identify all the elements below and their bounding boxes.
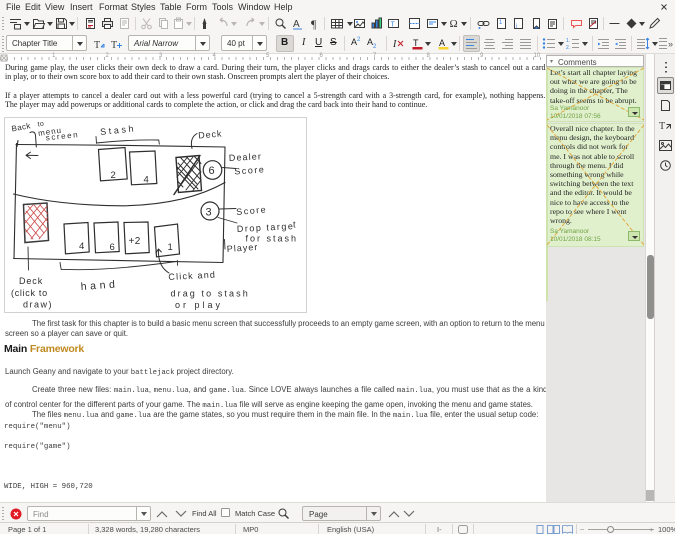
svg-text:T: T <box>391 22 396 29</box>
svg-text:(click to: (click to <box>11 288 48 298</box>
svg-text:2: 2 <box>111 170 117 181</box>
svg-text:T: T <box>413 38 419 48</box>
svg-text:draw): draw) <box>23 300 53 310</box>
svg-text:+2: +2 <box>129 236 141 247</box>
svg-text:1: 1 <box>168 242 174 253</box>
svg-text:6: 6 <box>110 242 116 253</box>
svg-text:T: T <box>111 40 117 51</box>
svg-text:Ω: Ω <box>450 18 458 30</box>
svg-text:A: A <box>293 19 300 30</box>
svg-text:¶: ¶ <box>311 17 317 30</box>
svg-text:4: 4 <box>144 175 150 186</box>
svg-text:6: 6 <box>209 165 216 177</box>
svg-text:or play: or play <box>175 300 223 310</box>
svg-text:4: 4 <box>79 241 85 252</box>
svg-text:t: t <box>293 220 296 230</box>
svg-text:1.: 1. <box>566 38 570 44</box>
svg-text:I: I <box>392 39 397 50</box>
svg-text:Dealer: Dealer <box>229 151 263 163</box>
svg-text:T: T <box>659 121 665 132</box>
svg-text:i: i <box>516 24 517 30</box>
svg-text:2.: 2. <box>566 45 570 50</box>
svg-text:Deck: Deck <box>198 128 223 140</box>
svg-text:A: A <box>439 38 445 48</box>
svg-text:T: T <box>94 40 100 51</box>
svg-text:drag to stash: drag to stash <box>171 289 250 299</box>
svg-text:3: 3 <box>206 207 213 219</box>
svg-text:Deck: Deck <box>19 276 43 286</box>
